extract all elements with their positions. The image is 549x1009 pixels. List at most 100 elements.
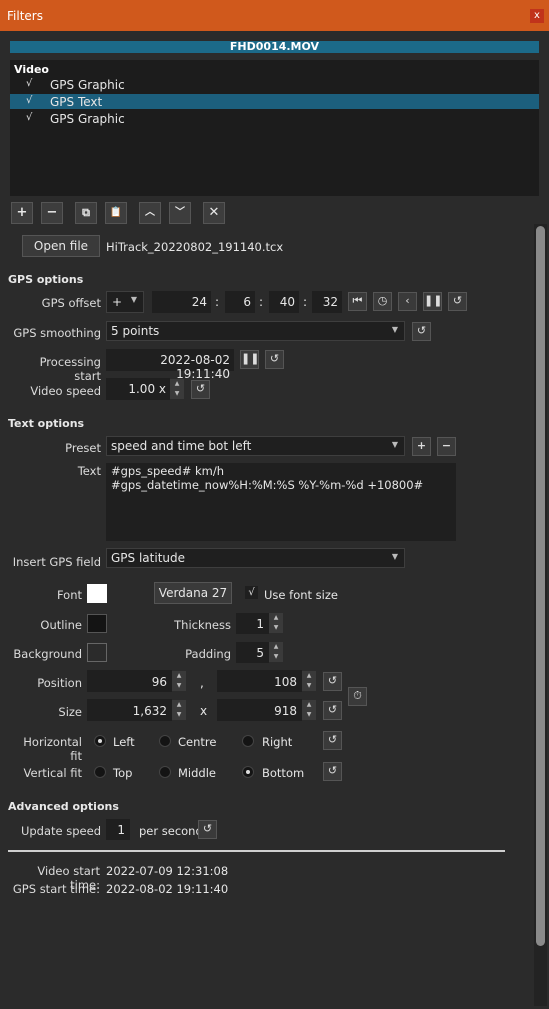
thickness-spinner[interactable]: ▲ ▼ — [269, 613, 283, 633]
remove-filter-button[interactable]: − — [41, 202, 63, 224]
vfit-top-radio[interactable] — [94, 766, 106, 778]
reset-speed-button[interactable]: ↺ — [191, 380, 210, 399]
reset-offset-button[interactable]: ↺ — [448, 292, 467, 311]
thickness-field[interactable]: 1 — [236, 613, 269, 634]
processing-start-pause-button[interactable]: ❚❚ — [240, 350, 259, 369]
background-color-swatch[interactable] — [87, 643, 107, 662]
position-x-spinner[interactable]: ▲ ▼ — [172, 671, 186, 691]
scrollbar-thumb[interactable] — [536, 226, 545, 946]
insert-gps-field-value: GPS latitude — [111, 551, 186, 565]
spin-up-icon: ▲ — [176, 701, 182, 708]
filter-item-label: GPS Text — [50, 95, 103, 109]
size-width-field[interactable]: 1,632 — [87, 699, 172, 721]
pause-detect-button[interactable]: ❚❚ — [423, 292, 442, 311]
add-preset-button[interactable]: + — [412, 437, 431, 456]
minus-icon: − — [441, 439, 452, 452]
hfit-left-radio[interactable] — [94, 735, 106, 747]
text-editor[interactable]: #gps_speed# km/h #gps_datetime_now%H:%M:… — [106, 463, 456, 541]
filter-list[interactable]: Video √ GPS Graphic √ GPS Text √ GPS Gra… — [10, 60, 539, 196]
preset-select[interactable]: speed and time bot left ▼ — [106, 436, 405, 456]
position-y-field[interactable]: 108 — [217, 670, 302, 692]
hfit-right-radio[interactable] — [242, 735, 254, 747]
chevron-down-icon: ﹀ — [175, 207, 185, 218]
time-separator: : — [259, 295, 264, 309]
section-divider — [8, 850, 505, 852]
vfit-middle-label: Middle — [178, 766, 216, 780]
close-button[interactable]: x — [530, 9, 544, 23]
sync-time-button[interactable]: ◷ — [373, 292, 392, 311]
video-speed-field[interactable]: 1.00 x — [106, 378, 170, 400]
open-file-button[interactable]: Open file — [22, 235, 100, 257]
copy-filter-button[interactable]: ⧉ — [75, 202, 97, 224]
skip-back-icon: ⏮ — [352, 294, 363, 307]
undo-icon: ↺ — [416, 324, 427, 337]
spin-down-icon: ▼ — [273, 624, 279, 631]
text-options-heading: Text options — [8, 417, 85, 430]
deselect-filter-button[interactable]: ✕ — [203, 202, 225, 224]
use-font-size-checkbox[interactable]: √ — [245, 586, 258, 599]
chevron-down-icon: ▼ — [391, 440, 398, 449]
video-speed-spinner[interactable]: ▲ ▼ — [170, 379, 184, 399]
font-color-swatch[interactable] — [87, 584, 107, 603]
reset-size-button[interactable]: ↺ — [323, 701, 342, 720]
filter-enabled-checkbox[interactable]: √ — [26, 112, 32, 123]
gps-offset-days-field[interactable]: 24 — [152, 291, 211, 313]
reset-update-speed-button[interactable]: ↺ — [198, 820, 217, 839]
reset-position-button[interactable]: ↺ — [323, 672, 342, 691]
spin-up-icon: ▲ — [306, 672, 312, 679]
reset-vfit-button[interactable]: ↺ — [323, 762, 342, 781]
remove-preset-button[interactable]: − — [437, 437, 456, 456]
undo-icon: ↺ — [195, 382, 206, 395]
outline-color-swatch[interactable] — [87, 614, 107, 633]
sync-start-button[interactable]: ⏮ — [348, 292, 367, 311]
paste-filter-button[interactable]: 📋 — [105, 202, 127, 224]
keyframes-button[interactable]: ⏱ — [348, 687, 367, 706]
filter-enabled-checkbox[interactable]: √ — [26, 78, 32, 89]
font-button[interactable]: Verdana 27 — [154, 582, 232, 604]
filter-item[interactable]: √ GPS Graphic — [10, 111, 539, 126]
vfit-bottom-radio[interactable] — [242, 766, 254, 778]
use-font-size-label: Use font size — [264, 588, 338, 602]
spin-down-icon: ▼ — [306, 682, 312, 689]
vfit-middle-radio[interactable] — [159, 766, 171, 778]
size-width-spinner[interactable]: ▲ ▼ — [172, 700, 186, 720]
vertical-fit-label: Vertical fit — [23, 766, 82, 780]
gps-smoothing-select[interactable]: 5 points ▼ — [106, 321, 405, 341]
size-height-spinner[interactable]: ▲ ▼ — [302, 700, 316, 720]
undo-icon: ↺ — [202, 822, 213, 835]
gps-offset-seconds-field[interactable]: 32 — [312, 291, 342, 313]
gps-offset-sign-select[interactable]: + ▼ — [106, 291, 144, 313]
insert-gps-field-select[interactable]: GPS latitude ▼ — [106, 548, 405, 568]
hfit-centre-radio[interactable] — [159, 735, 171, 747]
add-filter-button[interactable]: + — [11, 202, 33, 224]
vfit-bottom-label: Bottom — [262, 766, 305, 780]
filter-enabled-checkbox[interactable]: √ — [26, 95, 32, 106]
size-label: Size — [58, 705, 82, 719]
reset-processing-button[interactable]: ↺ — [265, 350, 284, 369]
preset-value: speed and time bot left — [111, 439, 252, 453]
size-separator: x — [200, 704, 208, 718]
size-height-field[interactable]: 918 — [217, 699, 302, 721]
gps-offset-hours-field[interactable]: 6 — [225, 291, 255, 313]
filter-item-label: GPS Graphic — [50, 112, 125, 126]
reset-smoothing-button[interactable]: ↺ — [412, 322, 431, 341]
move-down-button[interactable]: ﹀ — [169, 202, 191, 224]
filter-item-selected[interactable]: √ GPS Text — [10, 94, 539, 109]
gps-offset-minutes-field[interactable]: 40 — [269, 291, 299, 313]
position-x-field[interactable]: 96 — [87, 670, 172, 692]
processing-start-field[interactable]: 2022-08-02 19:11:40 — [106, 349, 234, 381]
position-y-spinner[interactable]: ▲ ▼ — [302, 671, 316, 691]
update-speed-field[interactable]: 1 — [106, 819, 130, 840]
time-separator: : — [215, 295, 220, 309]
clip-name-bar: FHD0014.MOV — [10, 41, 539, 53]
processing-start-label: Processing start — [39, 355, 101, 383]
minus-icon: − — [46, 205, 58, 220]
filter-item[interactable]: √ GPS Graphic — [10, 77, 539, 92]
padding-field[interactable]: 5 — [236, 642, 269, 663]
undo-icon: ↺ — [452, 294, 463, 307]
padding-spinner[interactable]: ▲ ▼ — [269, 642, 283, 662]
gps-offset-label: GPS offset — [41, 296, 101, 310]
reset-hfit-button[interactable]: ↺ — [323, 731, 342, 750]
offset-decrease-button[interactable]: ‹ — [398, 292, 417, 311]
move-up-button[interactable]: ︿ — [139, 202, 161, 224]
